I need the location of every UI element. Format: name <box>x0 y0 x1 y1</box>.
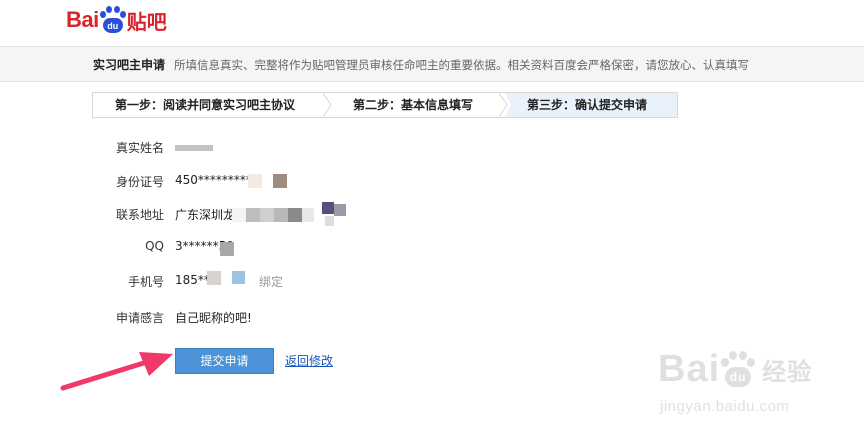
step-1-label: 第一步：阅读并同意实习吧主协议 <box>115 98 296 112</box>
form-row-id: 身份证号 450********** <box>0 170 864 192</box>
watermark-url: jingyan.baidu.com <box>660 398 790 415</box>
redacted-block <box>246 208 260 222</box>
phone-bind-text: 绑定 <box>259 275 284 289</box>
redacted-block <box>325 216 334 226</box>
redacted-block <box>207 271 221 285</box>
step-progress-bar: 第一步：阅读并同意实习吧主协议 第二步：基本信息填写 第三步：确认提交申请 <box>92 92 678 118</box>
baidu-jingyan-watermark: Bai du 经验 jingyan.baidu.com <box>658 330 858 420</box>
address-value: 广东深圳龙 <box>175 208 236 222</box>
step-1: 第一步：阅读并同意实习吧主协议 <box>93 93 335 117</box>
redacted-block <box>260 208 274 222</box>
qq-label: QQ <box>145 239 164 253</box>
form-row-qq: QQ 3******50 <box>0 236 864 258</box>
form-row-phone: 手机号 185** 绑定 <box>0 270 864 292</box>
baidu-tieba-logo[interactable]: Bai du 贴吧 <box>66 2 167 38</box>
id-number-value: 450********** <box>175 173 258 187</box>
statement-value: 自己昵称的吧! <box>175 311 252 325</box>
phone-value: 185** <box>175 273 210 287</box>
step-2: 第二步：基本信息填写 <box>329 93 511 117</box>
paw-icon: du <box>99 6 126 34</box>
id-number-label: 身份证号 <box>115 175 164 189</box>
form-row-statement: 申请感言 自己昵称的吧! <box>0 306 864 328</box>
chevron-right-icon <box>499 93 511 117</box>
phone-label: 手机号 <box>127 275 164 289</box>
chevron-right-icon <box>323 93 335 117</box>
watermark-brand-cn: 经验 <box>762 358 813 386</box>
redacted-block <box>274 208 288 222</box>
logo-text-latin: Bai <box>66 7 99 32</box>
redacted-block <box>220 242 234 256</box>
redacted-block <box>273 174 287 188</box>
statement-label: 申请感言 <box>115 311 164 325</box>
address-label: 联系地址 <box>115 208 164 222</box>
redacted-block <box>322 202 334 214</box>
redacted-block <box>302 208 314 222</box>
pointer-arrow-icon <box>60 352 173 391</box>
step-3-active: 第三步：确认提交申请 <box>505 93 677 117</box>
watermark-paw-icon: du <box>721 350 756 389</box>
redacted-block <box>248 174 262 188</box>
redacted-block <box>175 145 213 151</box>
page-description: 所填信息真实、完整将作为贴吧管理员审核任命吧主的重要依据。相关资料百度会严格保密… <box>174 58 749 72</box>
back-to-edit-link[interactable]: 返回修改 <box>285 352 333 369</box>
watermark-paw-text: du <box>725 366 752 387</box>
redacted-block <box>288 208 302 222</box>
step-3-label: 第三步：确认提交申请 <box>527 98 648 112</box>
form-row-address: 联系地址 广东深圳龙 <box>0 202 864 226</box>
page-header: 实习吧主申请 所填信息真实、完整将作为贴吧管理员审核任命吧主的重要依据。相关资料… <box>0 46 864 82</box>
redacted-block <box>334 204 346 216</box>
logo-paw-text: du <box>102 18 123 33</box>
form-row-name: 真实姓名 <box>0 136 864 158</box>
page-title: 实习吧主申请 <box>93 58 166 72</box>
watermark-brand-latin: Bai <box>658 348 721 390</box>
redacted-block <box>232 208 246 222</box>
step-2-label: 第二步：基本信息填写 <box>353 98 474 112</box>
name-label: 真实姓名 <box>115 141 164 155</box>
logo-text-cn: 贴吧 <box>126 9 167 34</box>
submit-application-button[interactable]: 提交申请 <box>175 348 274 374</box>
redacted-block <box>232 271 245 284</box>
